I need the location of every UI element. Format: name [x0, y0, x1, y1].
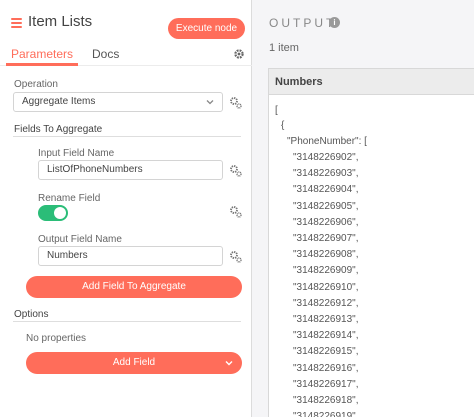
column-header-numbers: Numbers	[275, 76, 323, 88]
json-open-bracket: [	[275, 105, 278, 116]
tab-parameters[interactable]: Parameters	[11, 47, 73, 61]
item-count: 1 item	[269, 42, 299, 54]
add-field-button[interactable]: Add Field	[26, 352, 242, 374]
json-number-line: "3148226918",	[293, 395, 359, 406]
add-field-to-aggregate-button[interactable]: Add Field To Aggregate	[26, 276, 242, 298]
list-icon	[11, 18, 22, 29]
json-number-line: "3148226914",	[293, 330, 359, 342]
json-number-line: "3148226904",	[293, 184, 359, 196]
json-number-line: "3148226909",	[293, 265, 359, 277]
json-number-line: "3148226910",	[293, 281, 359, 293]
json-number-line: "3148226917",	[293, 378, 359, 390]
json-key-phonenumber: "PhoneNumber": [	[287, 136, 367, 147]
json-open-brace: {	[281, 120, 285, 131]
input-field-cog-icon[interactable]	[229, 164, 242, 177]
output-table-header: Numbers	[268, 68, 474, 95]
output-field-name[interactable]: Numbers	[38, 246, 223, 266]
json-number-line: "3148226905",	[293, 200, 359, 212]
parameters-panel: Item Lists Execute node Parameters Docs …	[0, 0, 252, 417]
json-number-line: "3148226902",	[293, 152, 359, 163]
output-field-label: Output Field Name	[38, 234, 122, 245]
output-field-cog-icon[interactable]	[229, 250, 242, 263]
rename-field-toggle[interactable]	[38, 205, 68, 221]
fields-section-title: Fields To Aggregate	[14, 124, 103, 135]
panel-tabs: Parameters Docs	[0, 44, 252, 66]
rename-field-cog-icon[interactable]	[229, 205, 242, 218]
toggle-knob	[54, 207, 66, 219]
options-section-title: Options	[14, 309, 49, 320]
info-icon[interactable]: i	[329, 17, 340, 28]
node-header: Item Lists Execute node	[0, 0, 252, 42]
settings-gear-icon[interactable]	[233, 48, 245, 60]
json-number-line: "3148226912",	[293, 297, 359, 309]
output-header: OUTPUT i 1 item	[252, 0, 474, 68]
json-number-line: "3148226908",	[293, 249, 359, 261]
tab-docs[interactable]: Docs	[92, 47, 119, 61]
input-field-name[interactable]: ListOfPhoneNumbers	[38, 160, 223, 180]
active-tab-indicator	[6, 63, 78, 66]
node-title: Item Lists	[28, 13, 93, 30]
section-divider	[13, 136, 241, 137]
chevron-down-icon[interactable]	[205, 97, 215, 107]
json-number-line: "3148226907",	[293, 233, 359, 244]
output-title: OUTPUT	[269, 16, 337, 30]
input-field-label: Input Field Name	[38, 148, 115, 159]
execute-node-button[interactable]: Execute node	[168, 18, 245, 39]
json-number-line: "3148226913",	[293, 314, 359, 325]
json-number-line: "3148226916",	[293, 362, 359, 374]
json-number-line: "3148226906",	[293, 216, 359, 228]
operation-label: Operation	[14, 79, 58, 90]
rename-field-label: Rename Field	[38, 193, 101, 204]
json-number-line: "3148226915",	[293, 346, 359, 358]
no-properties-text: No properties	[26, 333, 87, 344]
section-divider	[13, 321, 241, 322]
json-number-line: "3148226919",	[293, 411, 359, 417]
add-field-to-aggregate-label: Add Field To Aggregate	[82, 281, 186, 292]
chevron-down-icon[interactable]	[224, 358, 234, 368]
operation-options-cog-icon[interactable]	[229, 96, 242, 109]
operation-select[interactable]: Aggregate Items	[13, 92, 223, 112]
output-json-view[interactable]: [ { "PhoneNumber": [ "3148226902", "31482…	[268, 95, 474, 417]
add-field-label: Add Field	[112, 357, 156, 368]
json-number-line: "3148226903",	[293, 168, 359, 180]
